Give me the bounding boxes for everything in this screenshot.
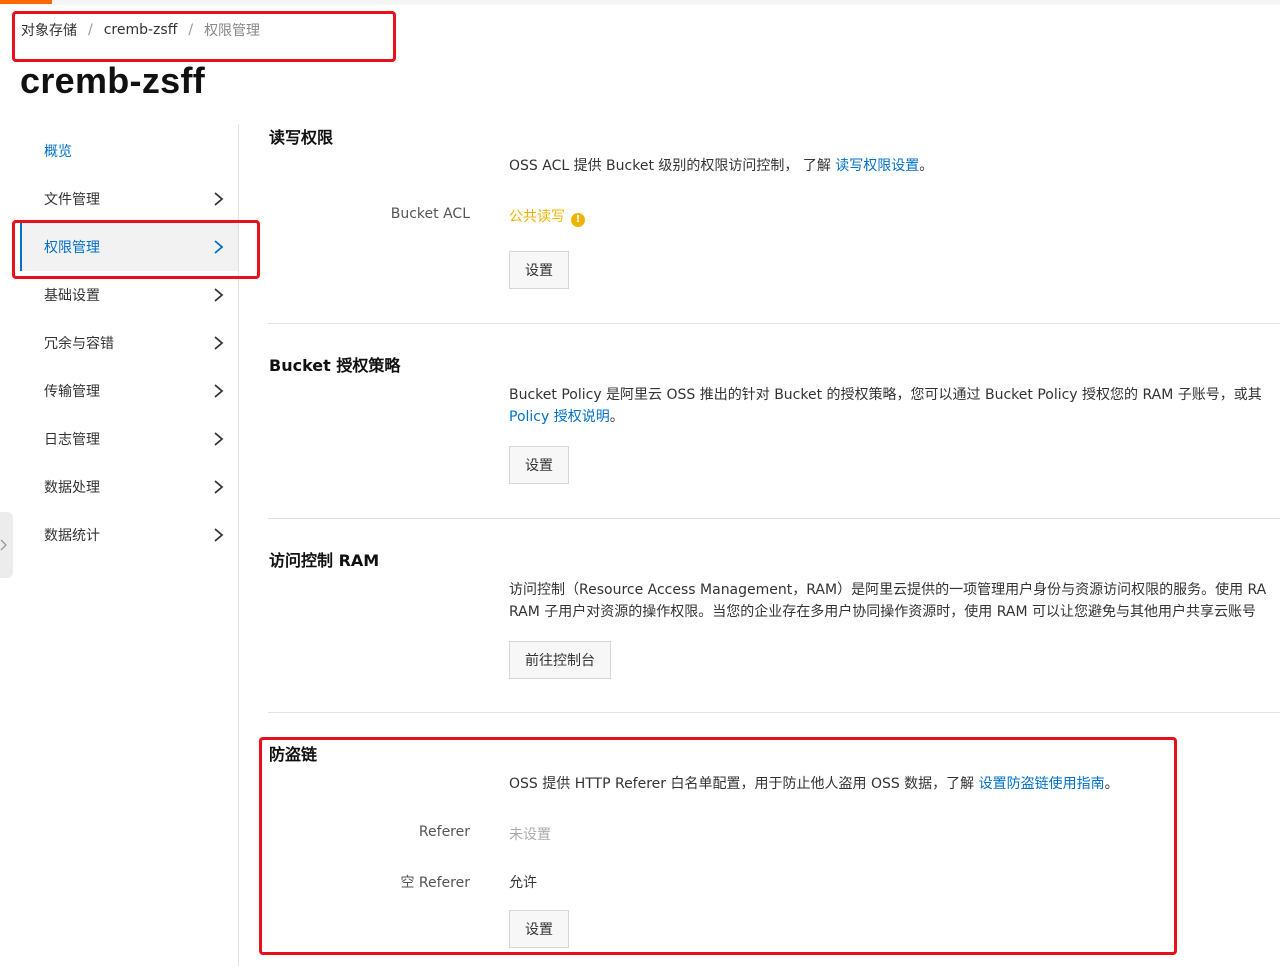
breadcrumb: 对象存储 / cremb-zsff / 权限管理 bbox=[21, 20, 260, 40]
chevron-right-icon bbox=[212, 192, 225, 206]
sidebar-item-transfer[interactable]: 传输管理 bbox=[20, 367, 239, 415]
breadcrumb-item-bucket[interactable]: cremb-zsff bbox=[104, 22, 178, 38]
hotlink-description-end: 。 bbox=[1104, 776, 1119, 792]
sidebar-item-label: 数据统计 bbox=[44, 528, 100, 544]
brand-accent bbox=[0, 0, 52, 4]
referer-label: Referer bbox=[418, 824, 470, 840]
policy-auth-link[interactable]: Policy 授权说明 bbox=[509, 409, 610, 425]
acl-settings-link[interactable]: 读写权限设置 bbox=[835, 158, 919, 174]
sidebar-item-label: 权限管理 bbox=[44, 240, 100, 256]
section-title-acl: 读写权限 bbox=[269, 128, 334, 147]
breadcrumb-item-current: 权限管理 bbox=[204, 23, 261, 39]
bucket-acl-value-text: 公共读写 bbox=[509, 209, 565, 225]
top-bar bbox=[0, 0, 1280, 5]
section-divider bbox=[268, 323, 1280, 324]
sidebar-item-label: 概览 bbox=[44, 144, 72, 160]
hotlink-description: OSS 提供 HTTP Referer 白名单配置，用于防止他人盗用 OSS 数… bbox=[509, 773, 1119, 795]
sidebar-item-statistics[interactable]: 数据统计 bbox=[20, 511, 239, 559]
warning-icon: ! bbox=[571, 212, 585, 227]
highlight-box-hotlink bbox=[259, 737, 1177, 955]
section-title-ram: 访问控制 RAM bbox=[269, 551, 380, 570]
sidebar-item-label: 传输管理 bbox=[44, 384, 100, 400]
sidebar-item-data-processing[interactable]: 数据处理 bbox=[20, 463, 239, 511]
sidebar-item-basic-settings[interactable]: 基础设置 bbox=[20, 271, 239, 319]
sidebar-item-redundancy[interactable]: 冗余与容错 bbox=[20, 319, 239, 367]
policy-settings-button[interactable]: 设置 bbox=[509, 446, 569, 484]
hotlink-guide-link[interactable]: 设置防盗链使用指南 bbox=[979, 776, 1105, 792]
chevron-right-icon bbox=[212, 240, 225, 254]
chevron-right-icon bbox=[212, 432, 225, 446]
bucket-acl-label: Bucket ACL bbox=[390, 206, 470, 222]
sidebar-divider bbox=[238, 124, 239, 966]
hotlink-settings-button[interactable]: 设置 bbox=[509, 910, 569, 948]
referer-value: 未设置 bbox=[509, 827, 551, 843]
sidebar-item-label: 基础设置 bbox=[44, 288, 100, 304]
sidebar-item-label: 文件管理 bbox=[44, 192, 100, 208]
policy-description-end: 。 bbox=[609, 409, 624, 425]
page-title: cremb-zsff bbox=[20, 60, 206, 101]
sidebar-item-label: 冗余与容错 bbox=[44, 336, 114, 352]
chevron-right-icon bbox=[0, 539, 7, 551]
acl-description-end: 。 bbox=[919, 158, 934, 174]
acl-settings-button[interactable]: 设置 bbox=[509, 251, 569, 289]
sidebar-item-logs[interactable]: 日志管理 bbox=[20, 415, 239, 463]
sidebar-item-label: 日志管理 bbox=[44, 432, 100, 448]
breadcrumb-separator: / bbox=[88, 22, 93, 38]
ram-description-line1: 访问控制（Resource Access Management，RAM）是阿里云… bbox=[509, 582, 1267, 598]
sidebar-collapse-handle[interactable] bbox=[0, 512, 13, 578]
chevron-right-icon bbox=[212, 528, 225, 542]
bucket-acl-value: 公共读写! bbox=[509, 206, 585, 227]
empty-referer-value: 允许 bbox=[509, 875, 537, 891]
chevron-right-icon bbox=[212, 336, 225, 350]
chevron-right-icon bbox=[212, 384, 225, 398]
chevron-right-icon bbox=[212, 480, 225, 494]
section-title-bucket-policy: Bucket 授权策略 bbox=[269, 356, 401, 375]
breadcrumb-separator: / bbox=[188, 22, 194, 38]
sidebar: 概览 文件管理 权限管理 基础设置 冗余与容错 传输管理 日志管理 数据处理 数… bbox=[20, 127, 239, 559]
section-title-hotlink: 防盗链 bbox=[269, 745, 318, 764]
sidebar-item-label: 数据处理 bbox=[44, 480, 100, 496]
sidebar-item-permissions[interactable]: 权限管理 bbox=[20, 223, 239, 271]
empty-referer-label: 空 Referer bbox=[400, 875, 470, 891]
hotlink-description-text: OSS 提供 HTTP Referer 白名单配置，用于防止他人盗用 OSS 数… bbox=[509, 776, 979, 792]
chevron-right-icon bbox=[212, 288, 225, 302]
ram-description-line2: RAM 子用户对资源的操作权限。当您的企业存在多用户协同操作资源时，使用 RAM… bbox=[509, 604, 1256, 620]
policy-description-line2: Policy 授权说明。 bbox=[509, 406, 624, 428]
section-divider bbox=[268, 712, 1280, 713]
section-divider bbox=[268, 518, 1280, 519]
acl-description: OSS ACL 提供 Bucket 级别的权限访问控制， 了解 读写权限设置。 bbox=[509, 155, 933, 177]
sidebar-item-overview[interactable]: 概览 bbox=[20, 127, 239, 175]
acl-description-text: OSS ACL 提供 Bucket 级别的权限访问控制， 了解 bbox=[509, 158, 836, 174]
policy-description-line1: Bucket Policy 是阿里云 OSS 推出的针对 Bucket 的授权策… bbox=[509, 387, 1262, 403]
go-to-console-button[interactable]: 前往控制台 bbox=[509, 641, 611, 679]
breadcrumb-item-oss[interactable]: 对象存储 bbox=[21, 20, 77, 40]
sidebar-item-files[interactable]: 文件管理 bbox=[20, 175, 239, 223]
